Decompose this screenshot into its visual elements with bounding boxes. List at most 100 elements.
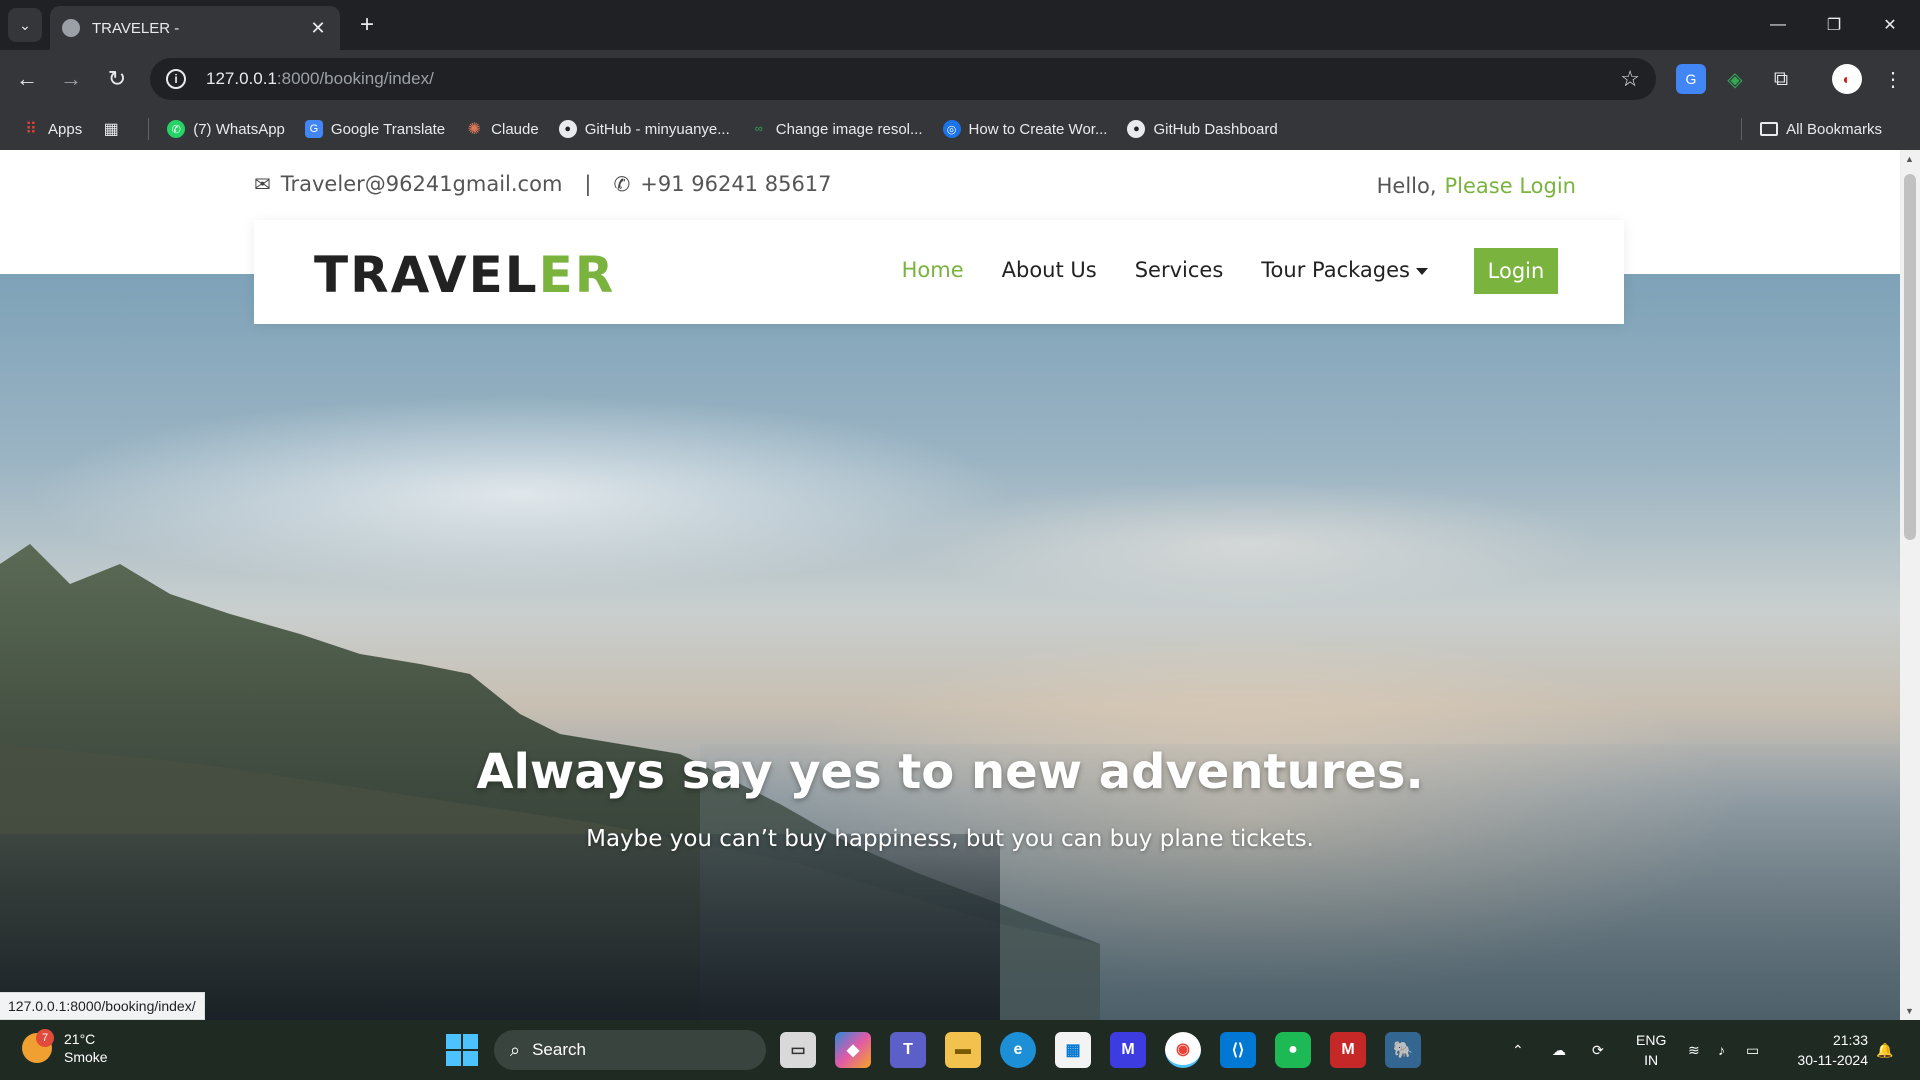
google-translate-extension-icon[interactable]: G (1676, 64, 1706, 94)
green-app-icon[interactable]: ● (1275, 1032, 1311, 1068)
bookmark-change-image[interactable]: ∞ Change image resol... (750, 120, 923, 138)
bookmark-how-to-create[interactable]: ◎ How to Create Wor... (942, 120, 1107, 138)
vscode-icon[interactable]: ⟨⟩ (1220, 1032, 1256, 1068)
postgresql-icon[interactable]: 🐘 (1385, 1032, 1421, 1068)
task-view-icon[interactable]: ▭ (780, 1032, 816, 1068)
nav-menu: Home About Us Services Tour Packages (864, 258, 1428, 282)
nav-services[interactable]: Services (1135, 258, 1224, 282)
hero-section: Always say yes to new adventures. Maybe … (0, 274, 1900, 1020)
minimize-icon[interactable]: — (1750, 0, 1806, 50)
close-window-icon[interactable]: ✕ (1862, 0, 1918, 50)
please-login-link[interactable]: Please Login (1445, 174, 1576, 198)
taskbar-search[interactable]: ⌕ Search (494, 1030, 766, 1070)
contact-phone: +91 96241 85617 (640, 172, 832, 196)
login-button[interactable]: Login (1474, 248, 1558, 294)
contact-divider: | (584, 172, 592, 196)
nav-tour-packages[interactable]: Tour Packages (1261, 258, 1428, 282)
eye-extension-icon[interactable]: ◈ (1720, 64, 1750, 94)
battery-icon[interactable]: ▭ (1746, 1020, 1759, 1080)
cosmos-icon: ◎ (942, 120, 961, 138)
mathpix-icon[interactable]: M (1110, 1032, 1146, 1068)
page-viewport: ✉ Traveler@96241gmail.com | ✆ +91 96241 … (0, 150, 1900, 1020)
bookmark-github-minyuanye[interactable]: ● GitHub - minyuanye... (558, 120, 730, 138)
bookmark-star-icon[interactable]: ☆ (1620, 66, 1640, 92)
wifi-icon[interactable]: ≋ (1688, 1020, 1700, 1080)
google-translate-icon: G (304, 120, 323, 138)
grid-icon: ▦ (103, 121, 119, 138)
bookmark-whatsapp[interactable]: ✆ (7) WhatsApp (167, 120, 285, 138)
site-info-icon[interactable]: i (166, 69, 186, 89)
tab-title: TRAVELER - (92, 19, 180, 37)
notifications-bell-icon[interactable]: 🔔 (1876, 1020, 1893, 1080)
bookmarks-separator (1741, 118, 1743, 140)
file-explorer-icon[interactable]: ▬ (945, 1032, 981, 1068)
folder-icon (1760, 122, 1779, 136)
bookmark-claude[interactable]: ✺ Claude (465, 120, 538, 139)
github-icon: ● (558, 120, 577, 138)
site-navbar: TRAVELER Home About Us Services Tour Pac… (254, 220, 1624, 324)
extensions-puzzle-icon[interactable]: ⧉ (1766, 64, 1796, 94)
weather-condition: Smoke (64, 1049, 108, 1065)
bookmark-github-dashboard[interactable]: ● GitHub Dashboard (1127, 120, 1278, 138)
clock-date: 30-11-2024 (1797, 1052, 1868, 1068)
bookmarks-separator (148, 118, 150, 140)
forward-icon[interactable]: → (54, 62, 88, 96)
scroll-down-icon[interactable]: ▼ (1905, 1006, 1914, 1016)
whatsapp-icon: ✆ (167, 120, 186, 138)
dropdown-caret-icon (1416, 267, 1428, 275)
page-scrollbar[interactable]: ▲ ▼ (1900, 150, 1920, 1020)
notification-badge: 7 (36, 1029, 54, 1047)
site-logo[interactable]: TRAVELER (314, 246, 615, 304)
reload-icon[interactable]: ↻ (100, 62, 134, 96)
contact-email: Traveler@96241gmail.com (280, 172, 563, 196)
scroll-up-icon[interactable]: ▲ (1905, 154, 1914, 164)
url-text[interactable]: 127.0.0.1:8000/booking/index/ (206, 69, 434, 89)
chrome-icon[interactable]: ◉ (1165, 1032, 1201, 1068)
hero-title: Always say yes to new adventures. (476, 744, 1424, 800)
restore-icon[interactable]: ❐ (1806, 0, 1862, 50)
nav-home[interactable]: Home (902, 258, 964, 282)
login-greeting: Hello, Please Login (1376, 174, 1576, 198)
taskbar-clock[interactable]: 21:33 30-11-2024 (1797, 1030, 1868, 1070)
microsoft-store-icon[interactable]: ▦ (1055, 1032, 1091, 1068)
clock-time: 21:33 (1832, 1032, 1868, 1048)
nav-about-us[interactable]: About Us (1002, 258, 1097, 282)
weather-widget[interactable]: 7 21°C Smoke (22, 1029, 108, 1066)
onedrive-error-icon[interactable]: ☁ (1552, 1020, 1566, 1080)
tab-close-button[interactable]: ✕ (308, 18, 328, 39)
address-bar[interactable]: i 127.0.0.1:8000/booking/index/ ☆ (150, 58, 1656, 100)
windows-start-icon[interactable] (446, 1034, 478, 1066)
profile-avatar[interactable]: ◐ (1832, 64, 1862, 94)
hero-subtitle: Maybe you can’t buy happiness, but you c… (586, 826, 1314, 852)
search-icon: ⌕ (510, 1039, 521, 1060)
mcafee-icon[interactable]: M (1330, 1032, 1366, 1068)
claude-icon: ✺ (467, 121, 481, 138)
teams-icon[interactable]: T (890, 1032, 926, 1068)
sync-icon[interactable]: ⟳ (1592, 1020, 1604, 1080)
envelope-icon: ✉ (254, 172, 271, 196)
copilot-icon[interactable]: ◆ (835, 1032, 871, 1068)
language-indicator[interactable]: ENG IN (1636, 1030, 1666, 1070)
bookmark-google-translate[interactable]: G Google Translate (304, 120, 445, 138)
back-icon[interactable]: ← (10, 62, 44, 96)
volume-icon[interactable]: ♪ (1718, 1020, 1725, 1080)
globe-icon (62, 19, 80, 37)
weather-temperature: 21°C (64, 1031, 96, 1047)
apps-grid-icon: ⠿ (25, 121, 37, 138)
tray-overflow-icon[interactable]: ⌃ (1512, 1020, 1524, 1080)
browser-toolbar: ← → ↻ i 127.0.0.1:8000/booking/index/ ☆ … (0, 50, 1920, 108)
github-icon: ● (1127, 120, 1146, 138)
tab-groups-button[interactable]: ▦ (102, 120, 128, 138)
link-status-bubble: 127.0.0.1:8000/booking/index/ (0, 992, 205, 1020)
weather-sun-icon: 7 (22, 1029, 54, 1063)
bookmarks-bar: ⠿ Apps ▦ ✆ (7) WhatsApp G Google Transla… (0, 108, 1920, 150)
edge-icon[interactable]: e (1000, 1032, 1036, 1068)
menu-kebab-icon[interactable]: ⋮ (1878, 64, 1908, 94)
windows-taskbar: 7 21°C Smoke ⌕ Search ▭ ◆ T ▬ e ▦ M ◉ ⟨⟩… (0, 1020, 1920, 1080)
bookmark-apps[interactable]: ⠿ Apps (22, 120, 82, 139)
all-bookmarks-button[interactable]: All Bookmarks (1741, 118, 1882, 140)
tab-traveler[interactable]: TRAVELER - ✕ (50, 6, 340, 50)
new-tab-button[interactable]: + (352, 10, 382, 40)
tab-search-button[interactable]: ⌄ (8, 8, 42, 42)
scrollbar-thumb[interactable] (1904, 174, 1916, 540)
